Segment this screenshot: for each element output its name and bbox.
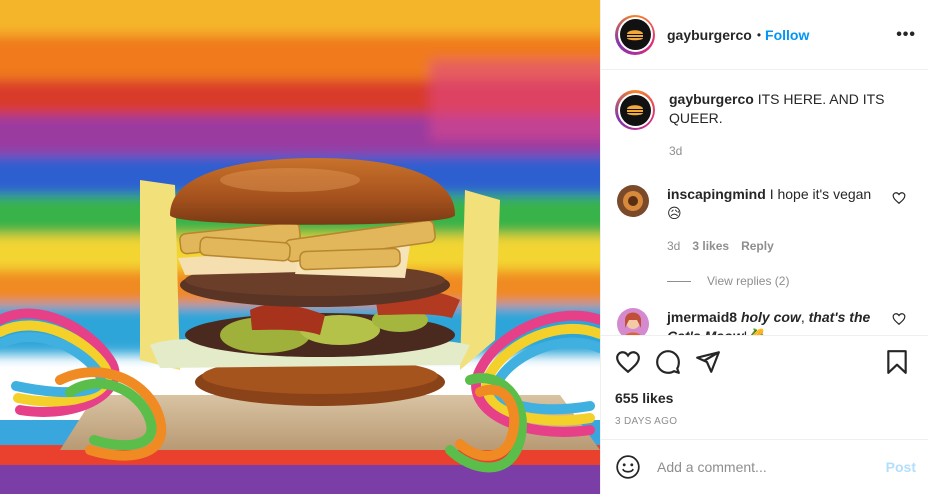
burger-logo-icon	[619, 94, 651, 126]
smiley-icon[interactable]	[615, 454, 641, 480]
comment-emoji: 🌽	[747, 328, 764, 335]
more-options-icon[interactable]: •••	[896, 26, 916, 44]
post-header: gayburgerco • Follow •••	[601, 0, 928, 70]
follow-button[interactable]: Follow	[765, 27, 809, 43]
comment-item: inscapingmind I hope it's vegan 😥 3d 3 l…	[615, 161, 928, 256]
separator-dot: •	[756, 27, 762, 42]
burger-photo	[0, 0, 600, 494]
commenter-avatar[interactable]	[617, 308, 649, 335]
burger-logo-icon	[619, 19, 651, 50]
heart-icon[interactable]	[892, 191, 906, 205]
view-replies-label: View replies (2)	[707, 274, 790, 288]
post-photo[interactable]	[0, 0, 600, 494]
bookmark-icon[interactable]	[884, 349, 910, 375]
post-actions: 655 likes 3 DAYS AGO	[601, 335, 928, 439]
comment-text: ,	[800, 309, 809, 325]
post-comment-button[interactable]: Post	[886, 459, 916, 475]
post-caption: gayburgerco ITS HERE. AND ITS QUEER. 3d	[615, 70, 928, 161]
reply-button[interactable]: Reply	[741, 237, 774, 256]
comment-text: I hope it's vegan	[769, 186, 872, 202]
likes-count[interactable]: 655 likes	[615, 390, 914, 406]
instagram-post: gayburgerco • Follow ••• gayburgerco ITS…	[0, 0, 928, 494]
comment-emoji: 😥	[667, 205, 682, 221]
comments-list[interactable]: gayburgerco ITS HERE. AND ITS QUEER. 3d	[601, 70, 928, 335]
caption-avatar[interactable]	[615, 90, 655, 130]
replies-divider	[667, 280, 691, 282]
comment-icon[interactable]	[655, 349, 681, 375]
add-comment-bar: Post	[601, 439, 928, 494]
username[interactable]: gayburgerco	[667, 27, 752, 43]
caption-username[interactable]: gayburgerco	[669, 91, 754, 107]
view-replies[interactable]: View replies (2)	[667, 274, 928, 288]
comment-likes[interactable]: 3 likes	[692, 237, 729, 256]
post-time-ago[interactable]: 3 DAYS AGO	[615, 416, 914, 439]
heart-icon[interactable]	[892, 312, 906, 326]
comment-username[interactable]: inscapingmind	[667, 186, 766, 202]
like-heart-icon[interactable]	[615, 349, 641, 375]
share-icon[interactable]	[695, 349, 721, 375]
commenter-avatar[interactable]	[617, 185, 649, 217]
post-panel: gayburgerco • Follow ••• gayburgerco ITS…	[600, 0, 928, 494]
avatar[interactable]	[615, 14, 655, 55]
caption-age[interactable]: 3d	[669, 142, 682, 161]
comment-item: jmermaid8 holy cow, that's the Cat's Meo…	[615, 288, 928, 335]
comment-username[interactable]: jmermaid8	[667, 309, 737, 325]
comment-age[interactable]: 3d	[667, 237, 680, 256]
add-comment-input[interactable]	[657, 459, 886, 475]
comment-text-italic: holy cow	[740, 309, 801, 325]
